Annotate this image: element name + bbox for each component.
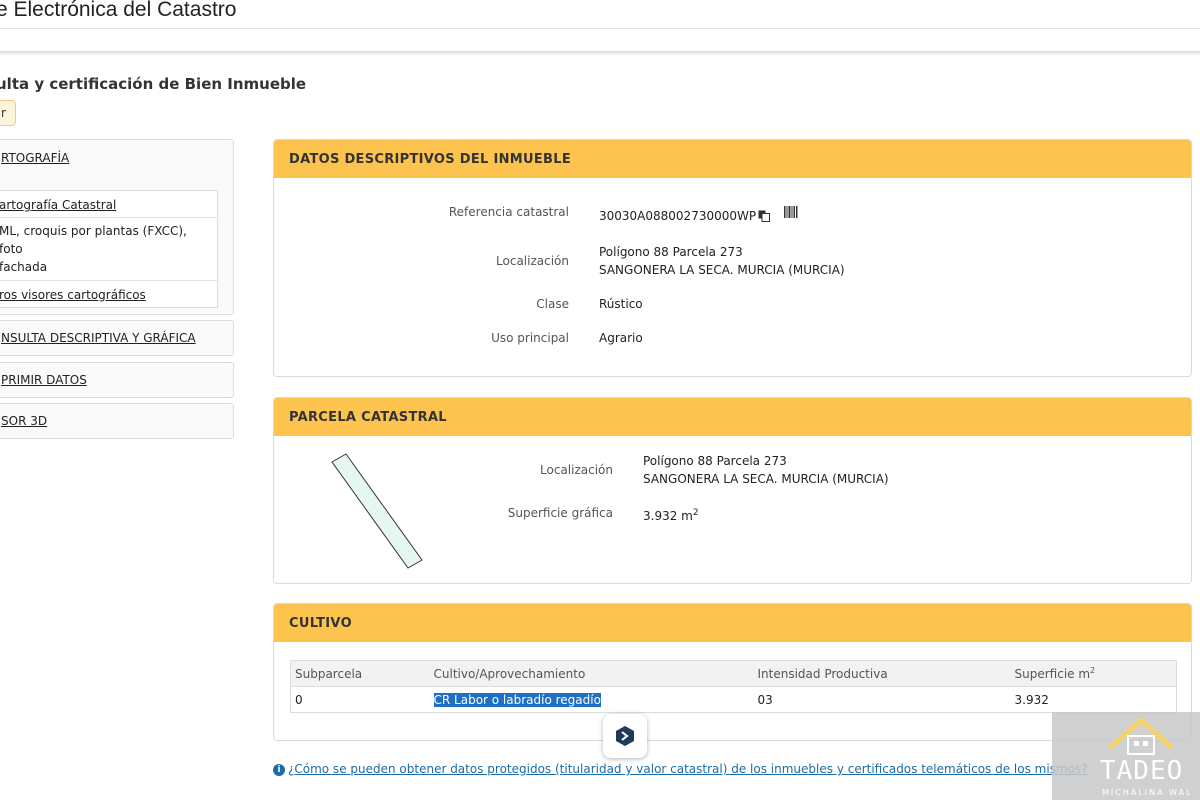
header-shadow	[0, 51, 1200, 56]
sidebar-item-consulta[interactable]: NSULTA DESCRIPTIVA Y GRÁFICA	[0, 331, 233, 345]
otros-visores-link[interactable]: ros visores cartográficos	[0, 288, 146, 302]
gml-label-line2: fachada	[0, 260, 48, 274]
clase-value: Rústico	[599, 297, 643, 311]
localizacion-line1: Polígono 88 Parcela 273	[599, 245, 743, 259]
sidebar-subitem-otros-visores: ros visores cartográficos	[0, 281, 217, 307]
superficie-grafica-value: 3.932 m2	[643, 504, 699, 525]
parcela-localizacion-label: Localización	[540, 463, 613, 477]
parcela-localizacion-line2: SANGONERA LA SECA. MURCIA (MURCIA)	[643, 472, 889, 486]
barcode-icon[interactable]	[784, 206, 798, 218]
parcela-localizacion-line1: Polígono 88 Parcela 273	[643, 454, 787, 468]
datos-descriptivos-panel: DATOS DESCRIPTIVOS DEL INMUEBLE Referenc…	[273, 139, 1192, 377]
superficie-grafica-exp: 2	[692, 508, 699, 518]
localizacion-line2: SANGONERA LA SECA. MURCIA (MURCIA)	[599, 263, 845, 277]
clase-label: Clase	[536, 297, 569, 311]
uso-principal-value: Agrario	[599, 331, 643, 345]
cell-intensidad: 03	[757, 692, 773, 707]
cultivo-header: CULTIVO	[274, 604, 1191, 642]
site-title: e Electrónica del Catastro	[0, 0, 237, 21]
sidebar-subitem-gml[interactable]: ML, croquis por plantas (FXCC), foto fac…	[0, 218, 217, 281]
watermark-name: TADEO HO	[1100, 756, 1200, 786]
watermark-subtitle: MICHALINA WAL	[1102, 788, 1193, 797]
sidebar-section-imprimir: PRIMIR DATOS	[0, 362, 234, 398]
sidebar-section-visor3d: SOR 3D	[0, 403, 234, 439]
floating-action-button[interactable]	[603, 714, 647, 758]
superficie-grafica-label: Superficie gráfica	[507, 506, 613, 520]
watermark: TADEO HO MICHALINA WAL	[1052, 712, 1200, 800]
ref-catastral-label: Referencia catastral	[448, 205, 569, 219]
parcela-catastral-header: PARCELA CATASTRAL	[274, 398, 1191, 436]
sidebar-item-cartografia[interactable]: RTOGRAFÍA	[0, 151, 233, 165]
sidebar-item-visor3d[interactable]: SOR 3D	[0, 414, 233, 428]
protected-data-link-row: i ¿Cómo se pueden obtener datos protegido…	[273, 762, 1088, 776]
col-superficie-label: Superficie m	[1014, 667, 1091, 681]
back-button[interactable]: r	[0, 100, 16, 126]
cultivo-table: Subparcela Cultivo/Aprovechamiento Inten…	[290, 660, 1177, 713]
diamond-arrow-icon	[616, 726, 634, 746]
info-icon: i	[273, 764, 285, 776]
col-superficie: Superficie m2	[1010, 660, 1177, 687]
parcela-catastral-panel: PARCELA CATASTRAL Localización Polígono …	[273, 397, 1192, 584]
page-title: ulta y certificación de Bien Inmueble	[0, 75, 307, 93]
cell-superficie: 3.932	[1014, 692, 1049, 707]
header-divider	[0, 28, 1200, 29]
parcel-shape[interactable]	[330, 452, 426, 572]
cell-subparcela: 0	[295, 692, 303, 707]
protected-data-link[interactable]: ¿Cómo se pueden obtener datos protegidos…	[288, 762, 1088, 776]
sidebar-submenu: artografía Catastral ML, croquis por pla…	[0, 190, 218, 308]
cultivo-table-header-row: Subparcela Cultivo/Aprovechamiento Inten…	[290, 660, 1177, 687]
uso-principal-label: Uso principal	[491, 331, 569, 345]
col-intensidad: Intensidad Productiva	[753, 660, 1011, 687]
col-superficie-exp: 2	[1090, 666, 1096, 675]
gml-label-line1: ML, croquis por plantas (FXCC), foto	[0, 224, 187, 256]
superficie-grafica-number: 3.932 m	[643, 509, 693, 523]
col-subparcela: Subparcela	[290, 660, 430, 687]
localizacion-label: Localización	[496, 254, 569, 268]
ref-catastral-value: 30030A088002730000WP	[599, 209, 757, 223]
copy-icon[interactable]	[758, 210, 770, 222]
sidebar-subitem-cartografia-catastral: artografía Catastral	[0, 191, 217, 218]
col-cultivo: Cultivo/Aprovechamiento	[429, 660, 754, 687]
datos-descriptivos-header: DATOS DESCRIPTIVOS DEL INMUEBLE	[274, 140, 1191, 178]
house-logo-icon	[1108, 716, 1174, 755]
cell-cultivo-selected-text[interactable]: CR Labor o labradío regadío	[433, 692, 601, 707]
sidebar-section-consulta: NSULTA DESCRIPTIVA Y GRÁFICA	[0, 320, 234, 356]
cartografia-catastral-link[interactable]: artografía Catastral	[0, 198, 116, 212]
table-row: 0 CR Labor o labradío regadío 03 3.932	[291, 687, 1177, 713]
cell-cultivo: CR Labor o labradío regadío	[430, 687, 754, 713]
sidebar-item-imprimir[interactable]: PRIMIR DATOS	[0, 373, 233, 387]
